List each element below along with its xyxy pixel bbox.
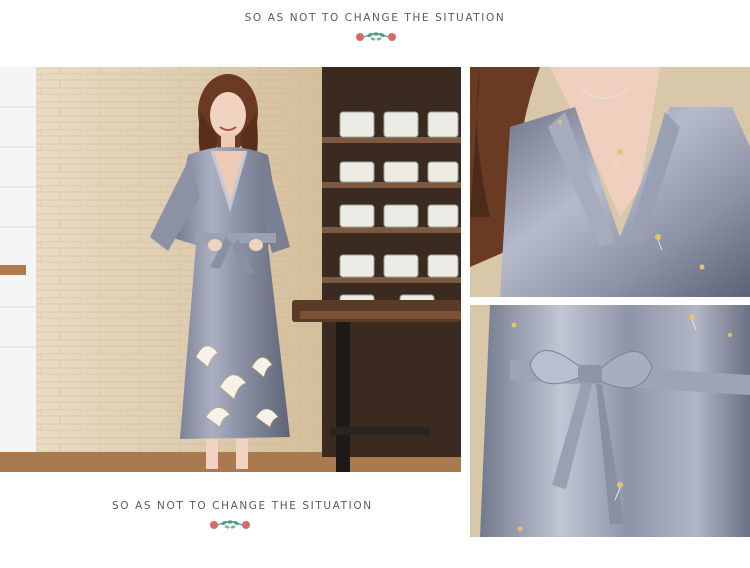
product-photo-neckline-detail [470,67,750,297]
floral-ornament-icon [208,517,252,533]
section-caption-top: SO AS NOT TO CHANGE THE SITUATION [244,12,506,24]
product-photo-belt-detail [470,305,750,537]
product-photo-full-length [0,67,461,472]
section-caption-bottom: SO AS NOT TO CHANGE THE SITUATION [112,500,373,512]
floral-ornament-icon [354,29,398,45]
